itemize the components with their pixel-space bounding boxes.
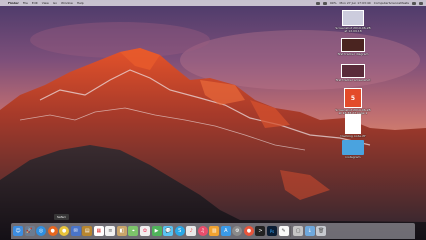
maps-icon[interactable]: ⌖ [128, 226, 139, 236]
desktop-folder-label: instagram [345, 155, 361, 159]
music-icon[interactable]: ♪ [186, 226, 197, 236]
dock-tooltip: Safari [54, 214, 69, 220]
downloads-icon[interactable]: ↓ [304, 226, 315, 236]
menu-edit[interactable]: Edit [32, 1, 38, 5]
reminders-icon[interactable]: ≡ [105, 226, 116, 236]
desktop-file[interactable]: first tracker diagram [335, 38, 371, 56]
photos-icon[interactable]: ✿ [140, 226, 151, 236]
chrome-icon[interactable]: ● [59, 226, 70, 236]
wifi-icon[interactable] [315, 1, 320, 5]
document-icon [345, 114, 361, 134]
photoshop-icon[interactable]: Ps [267, 226, 278, 236]
menu-view[interactable]: View [42, 1, 49, 5]
desktop-file[interactable]: tracking code.rtf [335, 114, 371, 138]
notification-center-icon[interactable] [419, 1, 423, 5]
screenshot-icon [342, 10, 364, 26]
messages-icon[interactable]: 💬 [163, 226, 174, 236]
menu-clock[interactable]: Mon 27 Jun 17:03:40 [340, 1, 371, 5]
folder-icon [342, 140, 364, 155]
mail-icon[interactable]: ✉ [70, 226, 81, 236]
menu-file[interactable]: File [23, 1, 28, 5]
desktop-file-label: first tracker screenshot [335, 78, 371, 82]
notes-icon[interactable]: ▤ [82, 226, 93, 236]
desktop-file[interactable]: Screenshot 2019-06-28 at 12.09.18 [335, 10, 371, 34]
finder-icon[interactable]: ☺ [13, 226, 23, 236]
desktop-file[interactable]: first tracker screenshot [335, 64, 371, 82]
dock-separator [290, 225, 292, 237]
desktop-file-label: tracking code.rtf [340, 134, 366, 138]
system-preferences-icon[interactable]: ⚙ [232, 226, 243, 236]
desktop-folder[interactable]: instagram [335, 140, 371, 159]
trash-icon[interactable]: 🗑 [316, 226, 327, 236]
calendar-icon[interactable]: ▦ [93, 226, 104, 236]
firefox-icon[interactable]: ● [47, 226, 58, 236]
menu-bar: Finder File Edit View Go Window Help 99%… [0, 0, 426, 6]
html5-icon: 5 [344, 88, 362, 108]
books-icon[interactable]: ▥ [209, 226, 220, 236]
contacts-icon[interactable]: ◧ [116, 226, 127, 236]
preview-icon[interactable]: ▢ [293, 226, 304, 236]
menu-app-name[interactable]: Finder [8, 1, 19, 5]
dock: ☺ 🚀 ◎ ● ● ✉ ▤ ▦ ≡ ◧ ⌖ ✿ ▶ 💬 S ♪ ♫ ▥ A ⚙ … [11, 223, 415, 239]
textedit-icon[interactable]: ✎ [278, 226, 289, 236]
itunes-icon[interactable]: ♫ [197, 226, 208, 236]
terminal-icon[interactable]: > [255, 226, 266, 236]
volume-icon[interactable] [322, 1, 327, 5]
menu-go[interactable]: Go [53, 1, 57, 5]
menu-window[interactable]: Window [61, 1, 73, 5]
menu-user[interactable]: ComputerScienceMasts [374, 1, 409, 5]
spotlight-icon[interactable] [412, 1, 416, 5]
launchpad-icon[interactable]: 🚀 [24, 226, 35, 236]
image-icon [341, 38, 365, 52]
chrome-icon[interactable]: ● [243, 226, 254, 236]
desktop-file-label: Screenshot 2019-06-28 at 12.09.18 [335, 26, 371, 34]
desktop-file-label: first tracker diagram [337, 52, 369, 56]
menu-help[interactable]: Help [77, 1, 84, 5]
status-area: 99% Mon 27 Jun 17:03:40 ComputerScienceM… [315, 0, 423, 6]
facetime-icon[interactable]: ▶ [151, 226, 162, 236]
battery-percentage[interactable]: 99% [330, 1, 337, 5]
app-store-icon[interactable]: A [220, 226, 231, 236]
skype-icon[interactable]: S [174, 226, 185, 236]
image-icon [341, 64, 365, 78]
safari-icon[interactable]: ◎ [36, 226, 47, 236]
